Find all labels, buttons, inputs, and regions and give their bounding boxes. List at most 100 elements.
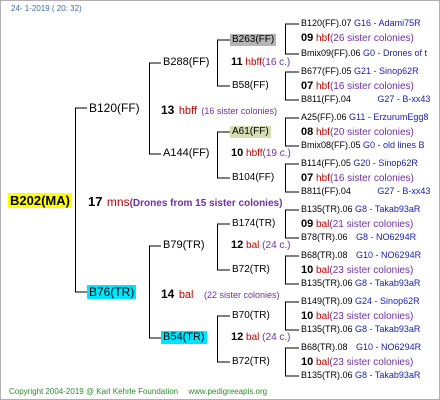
leaf-parent[interactable]: Bmix08(FF).05 G0 - old lines B	[301, 141, 425, 150]
mating-father-number: 13	[161, 103, 175, 117]
leaf-parent-id: G10 - NO6294R	[356, 250, 422, 260]
leaf-parent-name: B677(FF).05	[301, 66, 352, 76]
leaf-mating-number: 10	[301, 356, 314, 368]
queen-mf[interactable]: B79(TR)	[161, 239, 207, 252]
queen-fmm[interactable]: B104(FF)	[230, 172, 276, 184]
leaf-parent-id: G0 - Drones of t	[363, 48, 428, 58]
leaf-mating-code: bal	[316, 219, 330, 230]
mating-mother-code: bal	[178, 289, 194, 301]
leaf-mating-code: bal	[316, 357, 330, 368]
root-connector	[75, 107, 87, 293]
leaf-mating: 08 hbf(20 sister colonies)	[301, 127, 414, 138]
footer-copyright: Copyright 2004-2019 @ Karl Kehrle Founda…	[9, 387, 179, 396]
leaf-mating: 09 hbf(26 sister colonies)	[301, 33, 414, 44]
queen-fmf[interactable]: A61(FF)	[230, 126, 271, 138]
leaf-parent[interactable]: B149(TR).09 G24 - Sinop62R	[301, 297, 420, 306]
leaf-parent-id: G8 - Takab93aR	[355, 370, 421, 380]
mating-mm-code: bal	[246, 332, 260, 343]
leaf-parent-id: G0 - old lines B	[363, 140, 425, 150]
mother-connector	[149, 245, 161, 339]
fmm-connector	[285, 163, 299, 193]
report-date: 24- 1-2019 ( 20: 32)	[11, 4, 82, 13]
queen-fm[interactable]: A144(FF)	[161, 147, 211, 160]
ffm-connector	[285, 71, 299, 101]
leaf-parent[interactable]: Bmix09(FF).06 G0 - Drones of t	[301, 49, 427, 58]
mating-root-note: (Drones from 15 sister colonies)	[129, 198, 283, 209]
queen-mfm[interactable]: B72(TR)	[230, 264, 272, 276]
leaf-parent-id: G8 - Takab93aR	[355, 204, 421, 214]
mating-mm-note: (24 c.)	[262, 332, 291, 343]
leaf-mating: 09 bal(21 sister colonies)	[301, 219, 413, 230]
queen-ff[interactable]: B288(FF)	[161, 56, 211, 69]
mating-fm-note: (19 c.)	[262, 148, 291, 159]
leaf-parent-name: B149(TR).09	[301, 296, 353, 306]
leaf-mating-number: 09	[301, 218, 314, 230]
leaf-parent[interactable]: B677(FF).05 G21 - Sinop62R	[301, 67, 419, 76]
leaf-parent[interactable]: B811(FF).04 G27 - B-xx43	[301, 187, 430, 196]
leaf-mating-note: (23 sister colonies)	[329, 311, 414, 322]
queen-root[interactable]: B202(MA)	[8, 193, 72, 208]
leaf-parent-name: B135(TR).06	[301, 204, 353, 214]
leaf-parent-id: G8 - Takab93aR	[355, 278, 421, 288]
leaf-parent-id: G16 - Adami75R	[354, 18, 421, 28]
leaf-parent-id: G27 - B-xx43	[377, 186, 431, 196]
leaf-mating: 07 hbf(16 sister colonies)	[301, 81, 414, 92]
mating-root-number: 17	[88, 194, 103, 209]
mating-mf-number: 12	[231, 239, 244, 251]
queen-mmf[interactable]: B70(TR)	[230, 310, 272, 322]
leaf-parent[interactable]: B78(TR).06 G8 - NO6294R	[301, 233, 416, 242]
leaf-parent[interactable]: B120(FF).07 G16 - Adami75R	[301, 19, 421, 28]
mmm-connector	[285, 347, 299, 377]
leaf-parent-id: G8 - NO6294R	[356, 232, 417, 242]
leaf-parent-id: G10 - NO6294R	[356, 342, 422, 352]
leaf-parent-name: Bmix09(FF).06	[301, 48, 361, 58]
leaf-parent[interactable]: B135(TR).06 G8 - Takab93aR	[301, 279, 420, 288]
leaf-parent[interactable]: A25(FF).06 G11 - ErzurumEgg8	[301, 113, 428, 122]
queen-mother[interactable]: B76(TR)	[87, 285, 137, 299]
mff-connector	[285, 209, 299, 239]
leaf-parent-name: A25(FF).06	[301, 112, 347, 122]
leaf-parent[interactable]: B135(TR).06 G8 - Takab93aR	[301, 205, 420, 214]
footer-site-link[interactable]: www.pedigreeapis.org	[188, 387, 267, 396]
queen-mm[interactable]: B54(TR)	[161, 331, 207, 344]
mating-mother-number: 14	[161, 287, 175, 301]
leaf-mating-number: 10	[301, 310, 314, 322]
leaf-mating-code: hbf	[316, 81, 330, 92]
father-connector	[149, 62, 161, 155]
leaf-parent[interactable]: B68(TR).08 G10 - NO6294R	[301, 343, 421, 352]
leaf-parent[interactable]: B68(TR).08 G10 - NO6294R	[301, 251, 421, 260]
mating-mm-number: 12	[231, 331, 244, 343]
queen-fff[interactable]: B263(FF)	[230, 34, 277, 46]
mf-connector	[217, 223, 230, 271]
leaf-parent-id: G8 - Takab93aR	[355, 324, 421, 334]
leaf-mating-note: (26 sister colonies)	[329, 33, 414, 44]
leaf-parent[interactable]: B135(TR).06 G8 - Takab93aR	[301, 325, 420, 334]
mating-mother: 14 bal (22 sister colonies)	[161, 286, 279, 302]
leaf-parent-name: B811(FF).04	[301, 186, 351, 196]
fff-connector	[285, 23, 299, 55]
leaf-parent[interactable]: B114(FF).05 G20 - Sinop62R	[301, 159, 418, 168]
leaf-parent-name: B135(TR).06	[301, 324, 353, 334]
leaf-mating-note: (20 sister colonies)	[329, 127, 414, 138]
leaf-mating: 07 hbf(16 sister colonies)	[301, 173, 414, 184]
queen-ffm[interactable]: B58(FF)	[230, 80, 271, 92]
queen-father[interactable]: B120(FF)	[87, 101, 142, 115]
leaf-parent-id: G11 - ErzurumEgg8	[349, 112, 429, 122]
leaf-mating-code: hbf	[316, 33, 330, 44]
ff-connector	[217, 39, 230, 87]
leaf-mating: 10 bal(23 sister colonies)	[301, 311, 413, 322]
leaf-parent[interactable]: B135(TR).06 G8 - Takab93aR	[301, 371, 420, 380]
mating-mother-note: (22 sister colonies)	[203, 290, 280, 300]
pedigree-frame: 24- 1-2019 ( 20: 32) B202(MA) B120(FF) B…	[0, 0, 440, 400]
mating-father-note: (16 sister colonies)	[201, 106, 277, 116]
leaf-parent-id: G21 - Sinop62R	[354, 66, 419, 76]
leaf-mating-number: 07	[301, 172, 314, 184]
mating-mf: 12 bal (24 c.)	[231, 240, 291, 251]
mm-connector	[217, 315, 230, 363]
leaf-mating-note: (23 sister colonies)	[329, 265, 414, 276]
leaf-parent-name: B135(TR).06	[301, 278, 353, 288]
queen-mff[interactable]: B174(TR)	[230, 218, 277, 230]
leaf-mating-note: (23 sister colonies)	[329, 357, 414, 368]
queen-mmm[interactable]: B72(TR)	[230, 356, 272, 368]
leaf-parent[interactable]: B811(FF).04 G27 - B-xx43	[301, 95, 430, 104]
